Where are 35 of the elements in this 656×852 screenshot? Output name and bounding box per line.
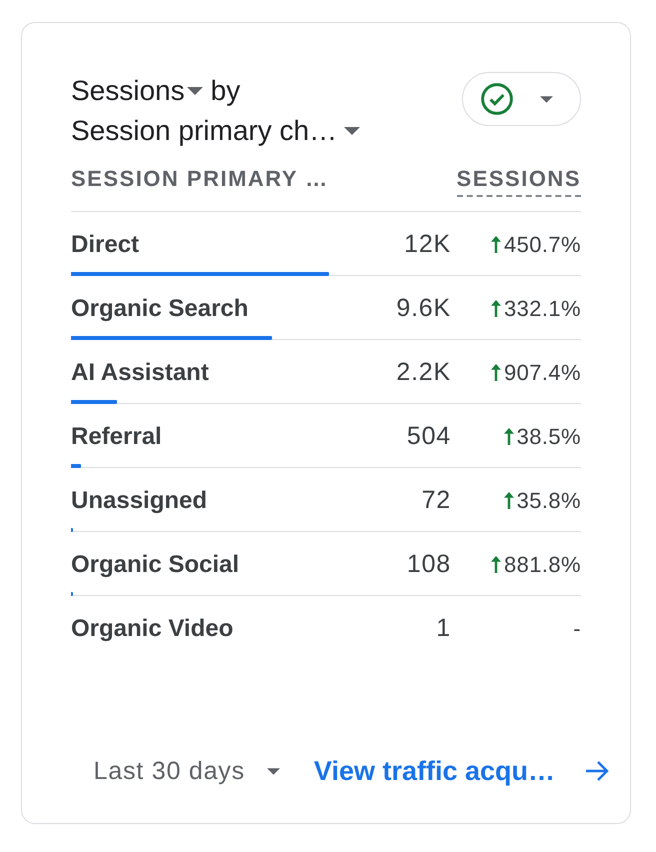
- dimension-dropdown[interactable]: Session primary ch…: [71, 111, 360, 151]
- change-percent: 332.1%: [504, 296, 581, 322]
- change-percent: 38.5%: [516, 424, 581, 450]
- session-count: 1: [436, 614, 451, 643]
- date-range-dropdown[interactable]: Last 30 days: [78, 747, 292, 795]
- caret-icon: [540, 96, 553, 102]
- change-percent: -: [573, 616, 581, 642]
- session-count: 108: [406, 550, 451, 579]
- caret-icon: [186, 87, 203, 95]
- session-count: 12K: [404, 230, 451, 259]
- session-count: 72: [422, 486, 451, 515]
- change-percent: 907.4%: [504, 360, 581, 386]
- arrow-right-icon: [585, 760, 609, 782]
- channel-name: Organic Video: [71, 614, 234, 642]
- check-circle-icon: [481, 83, 513, 115]
- metric-dropdown[interactable]: Sessions: [71, 71, 203, 111]
- change-percent: 881.8%: [504, 552, 581, 578]
- change-percent: 35.8%: [516, 488, 581, 514]
- title-text: by: [210, 74, 240, 108]
- session-count: 9.6K: [396, 294, 451, 323]
- channel-name: Unassigned: [71, 486, 208, 514]
- status-button[interactable]: [462, 72, 581, 126]
- channel-name: Referral: [71, 422, 163, 450]
- channel-name: AI Assistant: [71, 358, 210, 386]
- channel-name: Organic Search: [71, 294, 250, 322]
- column-header: SESSIONS: [456, 166, 581, 197]
- session-count: 2.2K: [396, 358, 451, 387]
- channel-name: Organic Social: [71, 550, 240, 578]
- caret-icon: [266, 768, 280, 774]
- session-count: 504: [406, 422, 451, 451]
- caret-icon: [344, 127, 360, 135]
- column-header: SESSION PRIMARY …: [71, 166, 329, 193]
- change-percent: 450.7%: [504, 232, 581, 258]
- view-report-link[interactable]: View traffic acqu…: [314, 756, 609, 786]
- channel-name: Direct: [71, 230, 140, 258]
